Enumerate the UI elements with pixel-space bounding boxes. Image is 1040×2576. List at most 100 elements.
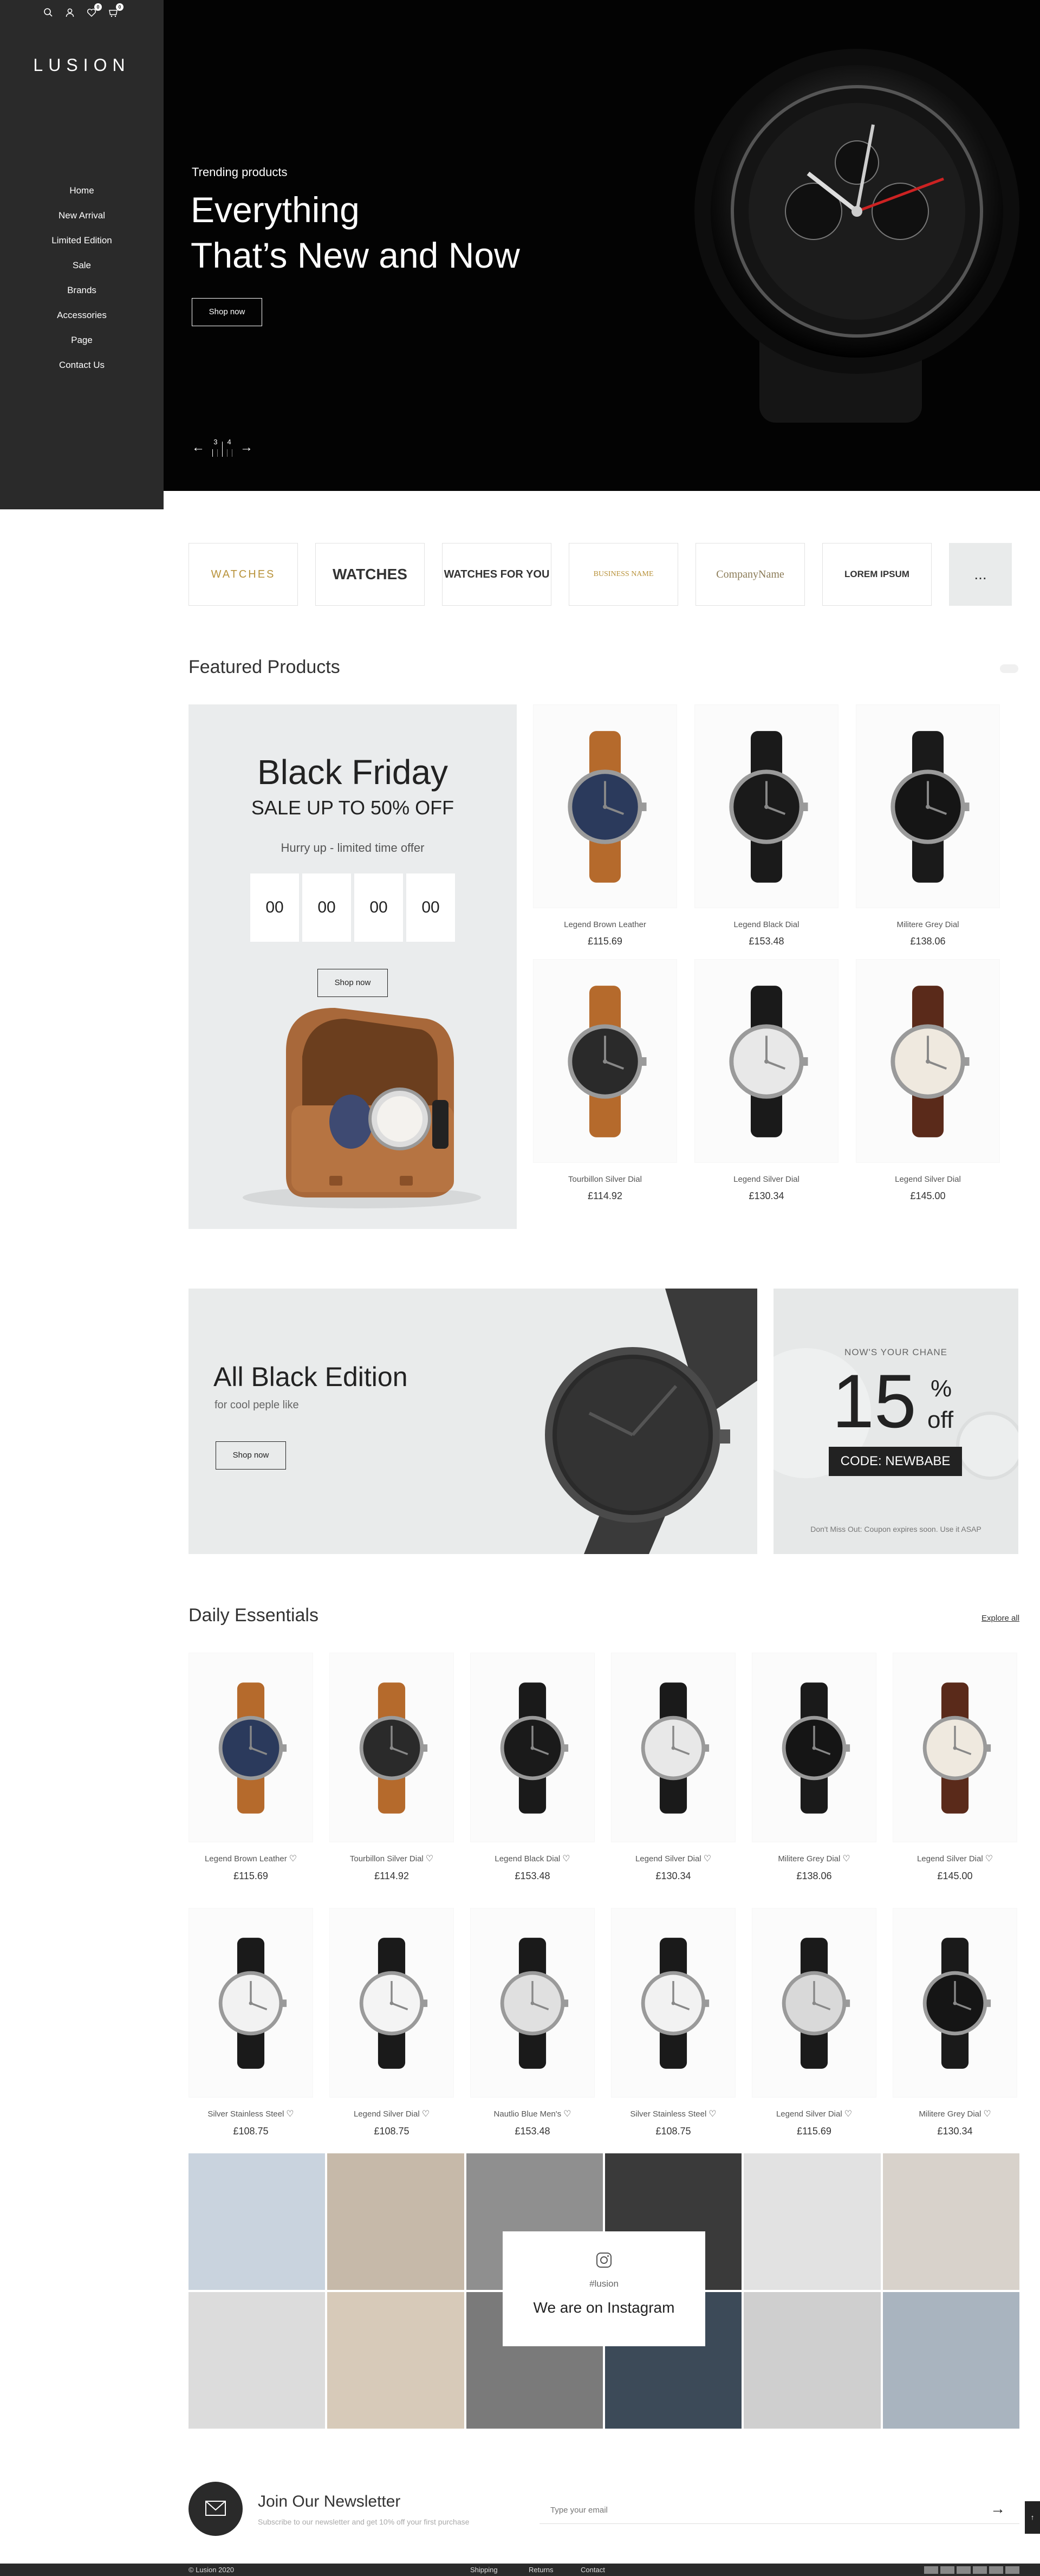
product-name[interactable]: Militere Grey Dial (919, 2109, 981, 2119)
product-name[interactable]: Silver Stainless Steel (207, 2109, 284, 2119)
product-image[interactable] (533, 959, 677, 1163)
site-logo[interactable]: LUSION (0, 55, 164, 75)
product-card[interactable]: Legend Silver Dial £145.00 (856, 959, 1000, 1202)
product-name[interactable]: Tourbillon Silver Dial (350, 1854, 424, 1863)
product-image[interactable] (694, 959, 838, 1163)
insta-photo[interactable] (188, 2292, 326, 2429)
banner-shop-now-button[interactable]: Shop now (216, 1441, 286, 1470)
product-name[interactable]: Silver Stainless Steel (630, 2109, 706, 2119)
product-card[interactable]: Militere Grey Dial £138.06 (856, 704, 1000, 947)
product-image[interactable] (470, 1908, 595, 2098)
product-name[interactable]: Legend Silver Dial (354, 2109, 420, 2119)
product-card[interactable]: Legend Silver Dial £130.34 (694, 959, 838, 1202)
wishlist-heart-icon[interactable]: ♡ (426, 1853, 433, 1864)
wishlist-heart-icon[interactable]: ♡ (704, 1853, 711, 1864)
prev-arrow-icon[interactable]: ← (192, 440, 205, 455)
nav-item-home[interactable]: Home (0, 182, 164, 207)
product-image[interactable] (893, 1908, 1017, 2098)
coupon-code[interactable]: CODE: NEWBABE (829, 1447, 962, 1476)
nav-item-page[interactable]: Page (0, 332, 164, 357)
insta-photo[interactable] (882, 2153, 1019, 2290)
product-image[interactable] (694, 704, 838, 908)
product-card[interactable]: Legend Silver Dial ♡ £145.00 (893, 1653, 1017, 1882)
product-image[interactable] (188, 1908, 313, 2098)
product-name[interactable]: Legend Brown Leather (205, 1854, 287, 1863)
wishlist-heart-icon[interactable]: ♡ (422, 2108, 430, 2119)
product-image[interactable] (611, 1653, 736, 1842)
wishlist-heart-icon[interactable]: ♡ (708, 2108, 716, 2119)
explore-all-link[interactable]: Explore all (981, 1614, 1019, 1623)
insta-photo[interactable] (188, 2153, 326, 2290)
product-card[interactable]: Militere Grey Dial ♡ £130.34 (893, 1908, 1017, 2137)
brand-logo-lorem-ipsum[interactable]: LOREM IPSUM (822, 543, 932, 606)
product-image[interactable] (611, 1908, 736, 2098)
search-icon[interactable] (43, 8, 53, 17)
product-name[interactable]: Legend Silver Dial (856, 1175, 1000, 1184)
wishlist-heart-icon[interactable]: ♡ (286, 2108, 294, 2119)
wishlist-icon[interactable]: 0 (87, 3, 102, 17)
more-brands-button[interactable]: ... (949, 543, 1012, 606)
product-image[interactable] (329, 1653, 454, 1842)
insta-photo[interactable] (327, 2153, 464, 2290)
product-name[interactable]: Legend Silver Dial (917, 1854, 983, 1863)
product-card[interactable]: Legend Brown Leather £115.69 (533, 704, 677, 947)
wishlist-heart-icon[interactable]: ♡ (842, 1853, 850, 1864)
product-name[interactable]: Militere Grey Dial (778, 1854, 840, 1863)
carousel-toggle[interactable] (1000, 664, 1018, 673)
nav-item-accessories[interactable]: Accessories (0, 307, 164, 332)
product-image[interactable] (856, 959, 1000, 1163)
wishlist-heart-icon[interactable]: ♡ (844, 2108, 852, 2119)
product-card[interactable]: Militere Grey Dial ♡ £138.06 (752, 1653, 876, 1882)
product-card[interactable]: Legend Silver Dial ♡ £130.34 (611, 1653, 736, 1882)
scroll-to-top-button[interactable]: ↑ (1025, 2501, 1040, 2534)
product-card[interactable]: Nautlio Blue Men's ♡ £153.48 (470, 1908, 595, 2137)
product-image[interactable] (533, 704, 677, 908)
insta-photo[interactable] (327, 2292, 464, 2429)
cart-icon[interactable]: 0 (108, 3, 123, 17)
product-card[interactable]: Tourbillon Silver Dial ♡ £114.92 (329, 1653, 454, 1882)
product-image[interactable] (329, 1908, 454, 2098)
nav-item-limited-edition[interactable]: Limited Edition (0, 232, 164, 257)
newsletter-email-input[interactable] (540, 2497, 1019, 2524)
footer-link-returns[interactable]: Returns (529, 2566, 554, 2574)
product-name[interactable]: Legend Silver Dial (776, 2109, 842, 2119)
wishlist-heart-icon[interactable]: ♡ (563, 2108, 571, 2119)
product-name[interactable]: Legend Silver Dial (694, 1175, 838, 1184)
brand-logo-watches[interactable]: WATCHES (188, 543, 298, 606)
wishlist-heart-icon[interactable]: ♡ (289, 1853, 297, 1864)
insta-photo[interactable] (744, 2153, 881, 2290)
product-card[interactable]: Legend Silver Dial ♡ £115.69 (752, 1908, 876, 2137)
promo-shop-now-button[interactable]: Shop now (317, 969, 388, 997)
product-name[interactable]: Legend Black Dial (495, 1854, 560, 1863)
product-card[interactable]: Legend Black Dial ♡ £153.48 (470, 1653, 595, 1882)
product-card[interactable]: Silver Stainless Steel ♡ £108.75 (611, 1908, 736, 2137)
brand-logo-company-name[interactable]: CompanyName (696, 543, 805, 606)
product-image[interactable] (470, 1653, 595, 1842)
product-image[interactable] (752, 1908, 876, 2098)
wishlist-heart-icon[interactable]: ♡ (562, 1853, 570, 1864)
product-image[interactable] (752, 1653, 876, 1842)
nav-item-brands[interactable]: Brands (0, 282, 164, 307)
user-icon[interactable] (65, 8, 75, 17)
nav-item-sale[interactable]: Sale (0, 257, 164, 282)
product-image[interactable] (188, 1653, 313, 1842)
nav-item-new-arrival[interactable]: New Arrival (0, 207, 164, 232)
next-arrow-icon[interactable]: → (240, 440, 253, 455)
product-name[interactable]: Legend Brown Leather (533, 920, 677, 929)
product-card[interactable]: Legend Black Dial £153.48 (694, 704, 838, 947)
insta-photo[interactable] (744, 2292, 881, 2429)
footer-link-contact[interactable]: Contact (581, 2566, 605, 2574)
submit-arrow-icon[interactable]: → (990, 2500, 1005, 2517)
hero-shop-now-button[interactable]: Shop now (192, 298, 262, 326)
product-name[interactable]: Nautlio Blue Men's (494, 2109, 562, 2119)
product-image[interactable] (893, 1653, 1017, 1842)
brand-logo-business-name[interactable]: BUSINESS NAME (569, 543, 678, 606)
wishlist-heart-icon[interactable]: ♡ (983, 2108, 991, 2119)
product-name[interactable]: Militere Grey Dial (856, 920, 1000, 929)
brand-logo-watches-for-you[interactable]: WATCHES FOR YOU (442, 543, 551, 606)
nav-item-contact-us[interactable]: Contact Us (0, 357, 164, 381)
product-image[interactable] (856, 704, 1000, 908)
insta-photo[interactable] (882, 2292, 1019, 2429)
footer-link-shipping[interactable]: Shipping (470, 2566, 498, 2574)
product-card[interactable]: Tourbillon Silver Dial £114.92 (533, 959, 677, 1202)
